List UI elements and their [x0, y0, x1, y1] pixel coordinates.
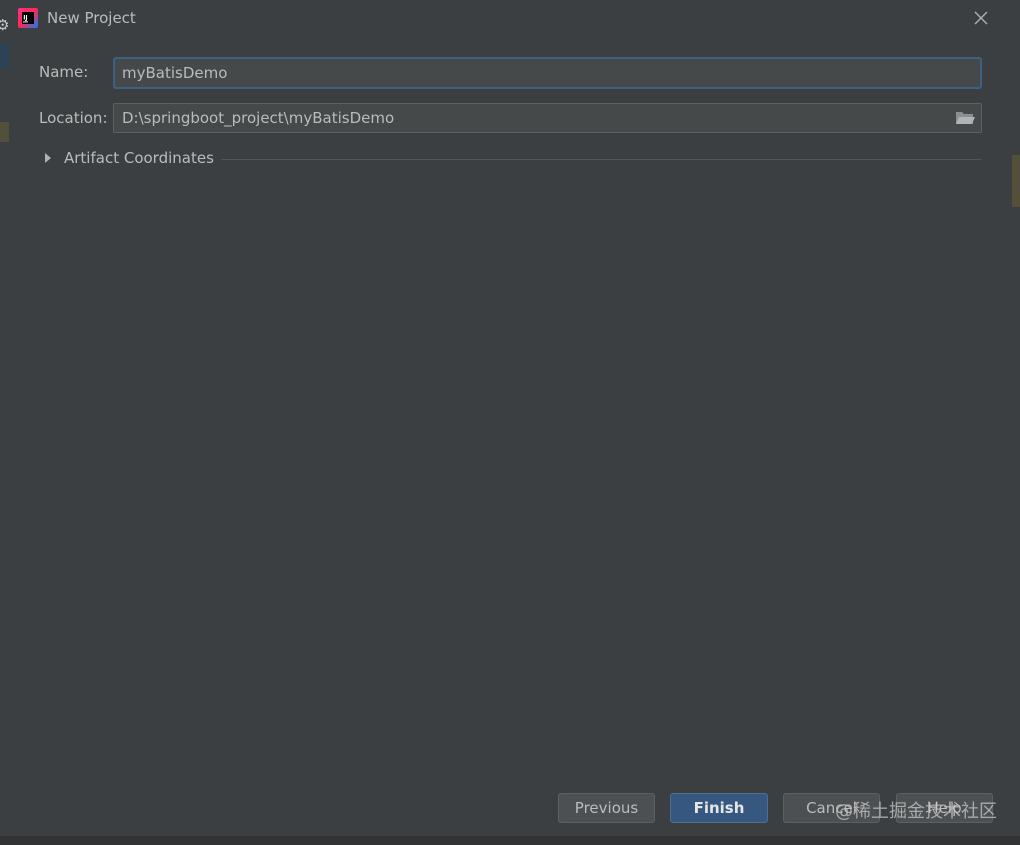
help-button[interactable]: Help	[896, 793, 993, 823]
artifact-coordinates-label: Artifact Coordinates	[64, 149, 214, 167]
background-ide-bottom	[0, 836, 1020, 845]
location-label: Location:	[39, 109, 108, 127]
expand-triangle-icon	[45, 153, 51, 163]
background-ide-edge-right	[1012, 0, 1020, 845]
previous-button[interactable]: Previous	[558, 793, 655, 823]
background-highlight-fragment	[0, 122, 9, 142]
folder-browse-icon[interactable]	[954, 109, 976, 127]
dialog-titlebar: IJ New Project	[9, 0, 1012, 36]
dialog-title: New Project	[47, 9, 136, 27]
cancel-button[interactable]: Cancel	[783, 793, 880, 823]
location-input[interactable]	[113, 103, 982, 133]
artifact-coordinates-toggle[interactable]: Artifact Coordinates	[43, 148, 983, 170]
svg-text:IJ: IJ	[23, 15, 27, 22]
section-divider	[221, 159, 981, 160]
background-highlight-fragment-right	[1012, 155, 1020, 207]
name-input[interactable]	[113, 57, 982, 89]
intellij-app-icon: IJ	[18, 8, 38, 28]
close-icon[interactable]	[971, 8, 991, 28]
finish-button[interactable]: Finish	[670, 793, 768, 823]
name-label: Name:	[39, 63, 89, 81]
background-tab-fragment	[0, 44, 9, 68]
new-project-dialog: IJ New Project Name: Location: Artifact …	[9, 0, 1012, 836]
